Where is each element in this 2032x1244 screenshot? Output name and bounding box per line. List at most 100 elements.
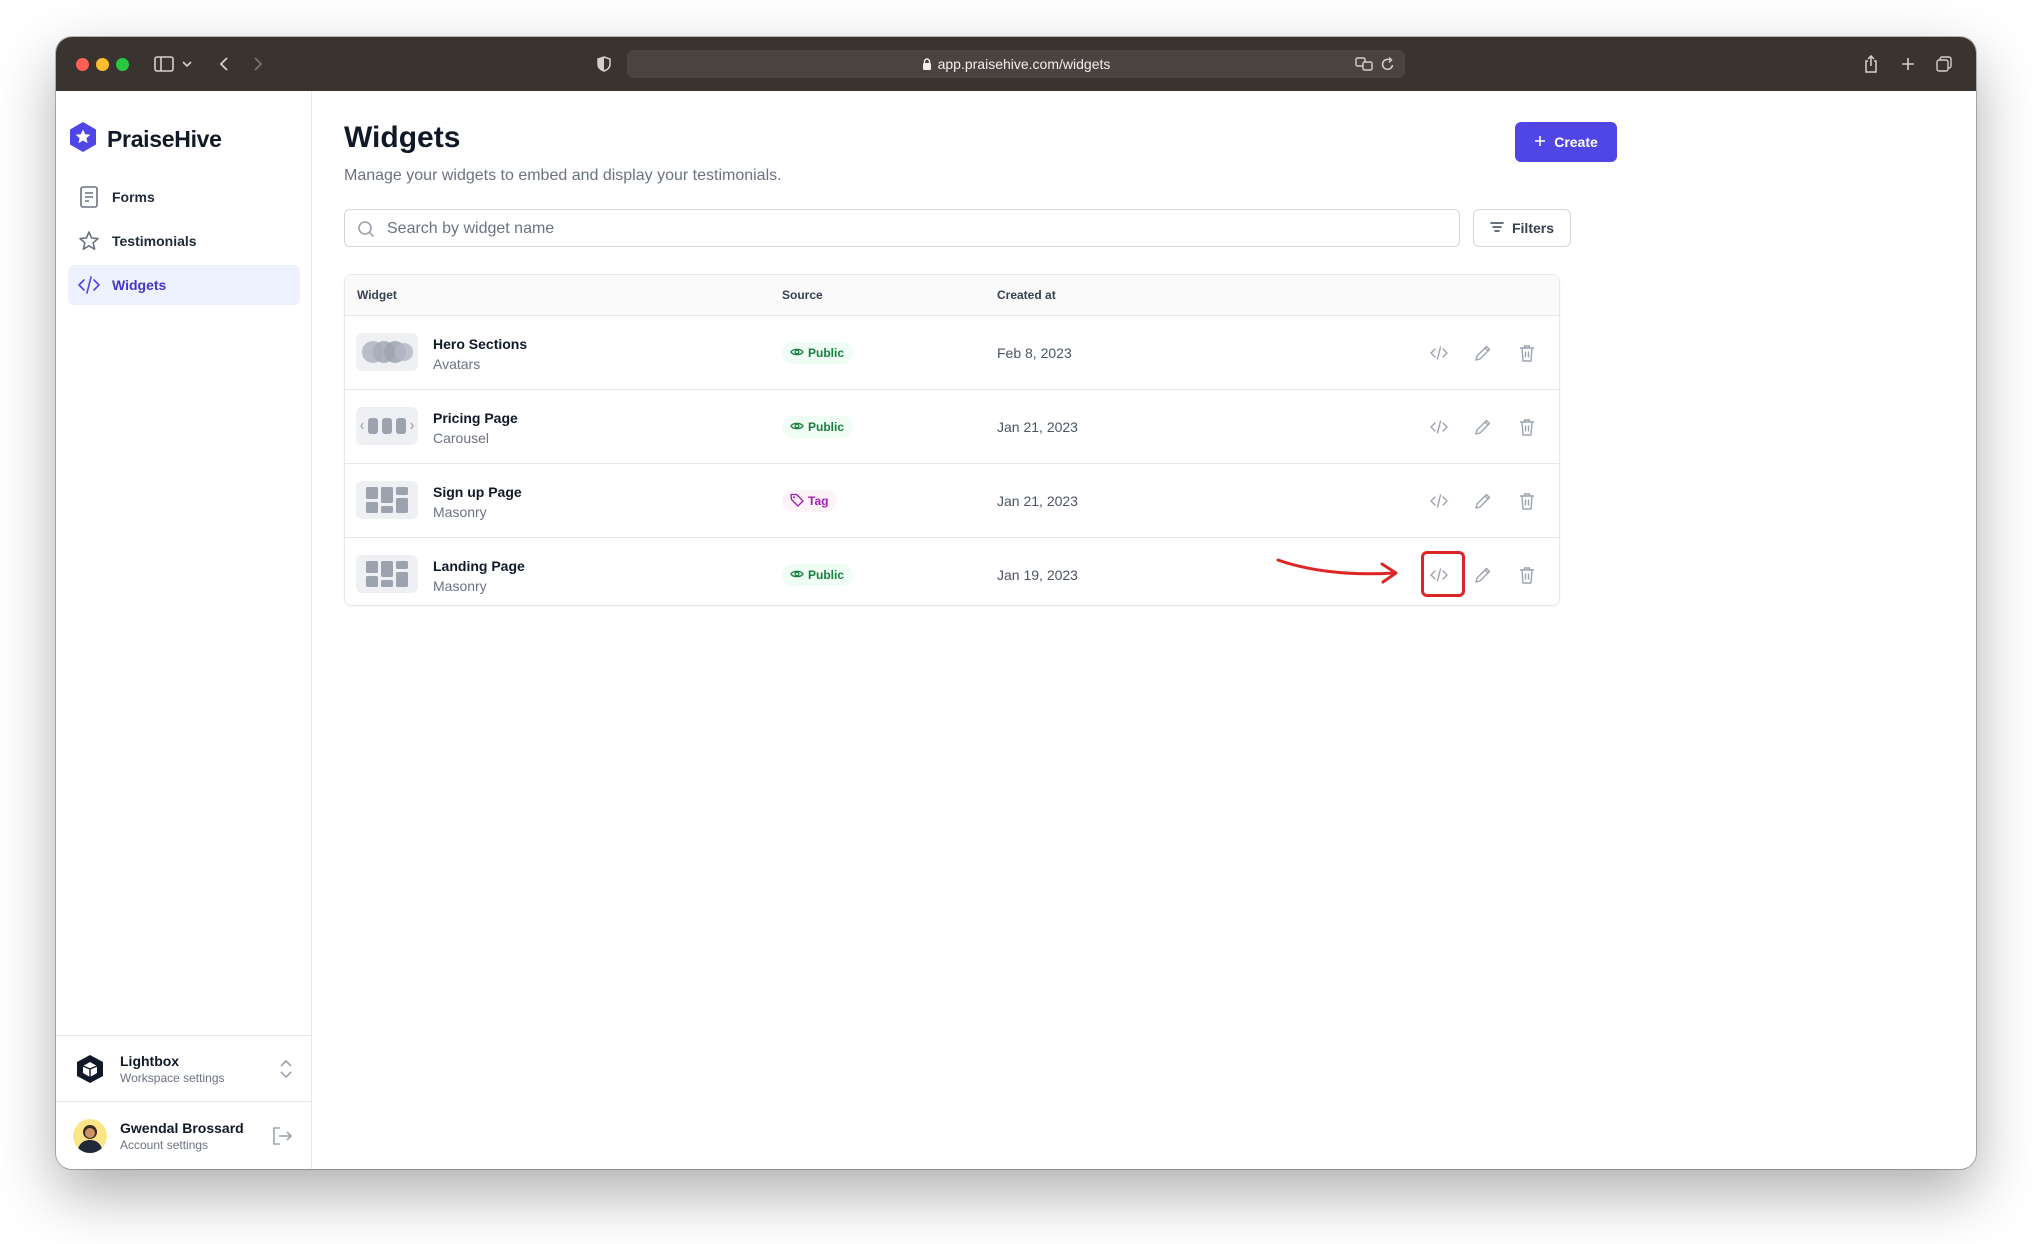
main-content: Widgets Manage your widgets to embed and… <box>312 91 1976 1169</box>
filter-lines-icon <box>1490 220 1504 236</box>
minimize-window-button[interactable] <box>96 58 109 71</box>
pencil-icon[interactable] <box>1470 488 1496 514</box>
account-menu[interactable]: Gwendal Brossard Account settings <box>56 1101 311 1169</box>
star-icon <box>78 230 100 252</box>
status-badge: Public <box>782 564 854 586</box>
workspace-switcher[interactable]: Lightbox Workspace settings <box>56 1035 311 1102</box>
sidebar-item-forms[interactable]: Forms <box>68 177 300 217</box>
embed-code-icon[interactable] <box>1426 414 1452 440</box>
masonry-widget-thumbnail <box>356 555 418 593</box>
sidebar-item-widgets[interactable]: Widgets <box>68 265 300 305</box>
tab-overview-icon[interactable] <box>1934 51 1954 77</box>
maximize-window-button[interactable] <box>116 58 129 71</box>
account-name: Gwendal Brossard <box>120 1120 244 1136</box>
address-bar[interactable]: app.praisehive.com/widgets <box>627 50 1405 78</box>
column-header-source: Source <box>782 288 823 302</box>
eye-icon <box>790 568 804 582</box>
filters-button[interactable]: Filters <box>1473 209 1571 247</box>
avatar <box>72 1118 108 1154</box>
column-header-created-at: Created at <box>997 288 1056 302</box>
page-title: Widgets <box>344 121 461 154</box>
created-date: Jan 19, 2023 <box>997 567 1078 583</box>
annotation-arrow-icon <box>1276 558 1398 584</box>
badge-label: Public <box>808 568 845 582</box>
logout-icon[interactable] <box>271 1126 293 1146</box>
trash-icon[interactable] <box>1514 340 1540 366</box>
widget-type: Avatars <box>433 356 481 372</box>
chevron-up-down-icon[interactable] <box>279 1059 293 1079</box>
sidebar-item-label: Forms <box>112 189 155 205</box>
sidebar: PraiseHive Forms Testimonials Widgets Li… <box>56 91 312 1169</box>
back-icon[interactable] <box>214 51 234 77</box>
lock-icon <box>922 58 932 70</box>
tag-icon <box>790 493 804 510</box>
carousel-widget-thumbnail <box>356 407 418 445</box>
trash-icon[interactable] <box>1514 562 1540 588</box>
table-row[interactable]: Pricing Page Carousel Public Jan 21, 202… <box>345 390 1559 464</box>
sidebar-nav: Forms Testimonials Widgets <box>68 177 300 309</box>
search-input[interactable] <box>385 210 1449 248</box>
create-button[interactable]: Create <box>1515 122 1617 162</box>
masonry-widget-thumbnail <box>356 481 418 519</box>
translate-icon[interactable] <box>1355 56 1373 75</box>
brand-logo[interactable]: PraiseHive <box>68 121 222 158</box>
sidebar-item-testimonials[interactable]: Testimonials <box>68 221 300 261</box>
widget-name[interactable]: Sign up Page <box>433 484 522 500</box>
table-row[interactable]: Sign up Page Masonry Tag Jan 21, 2023 <box>345 464 1559 538</box>
new-tab-icon[interactable] <box>1898 51 1918 77</box>
workspace-settings-label: Workspace settings <box>120 1071 225 1085</box>
forward-icon[interactable] <box>248 51 268 77</box>
created-date: Feb 8, 2023 <box>997 345 1072 361</box>
sidebar-item-label: Widgets <box>112 277 167 293</box>
pencil-icon[interactable] <box>1470 562 1496 588</box>
status-badge: Tag <box>782 490 838 512</box>
sidebar-toggle-icon[interactable] <box>153 51 175 77</box>
table-row[interactable]: Hero Sections Avatars Public Feb 8, 2023 <box>345 316 1559 390</box>
account-settings-label: Account settings <box>120 1138 209 1152</box>
search-icon <box>357 220 375 238</box>
widget-type: Masonry <box>433 578 487 594</box>
close-window-button[interactable] <box>76 58 89 71</box>
workspace-name: Lightbox <box>120 1053 180 1069</box>
widget-type: Carousel <box>433 430 490 446</box>
code-icon <box>78 274 100 296</box>
created-date: Jan 21, 2023 <box>997 493 1078 509</box>
table-header: Widget Source Created at <box>345 275 1559 316</box>
badge-label: Tag <box>808 494 829 508</box>
filters-button-label: Filters <box>1511 220 1554 236</box>
brand-name: PraiseHive <box>107 126 222 152</box>
browser-window: app.praisehive.com/widgets PraiseHive Fo… <box>56 37 1976 1169</box>
hexagon-star-logo-icon <box>68 121 98 158</box>
trash-icon[interactable] <box>1514 414 1540 440</box>
status-badge: Public <box>782 342 854 364</box>
badge-label: Public <box>808 420 845 434</box>
reload-icon[interactable] <box>1381 56 1395 75</box>
eye-icon <box>790 346 804 360</box>
column-header-widget: Widget <box>357 288 397 302</box>
embed-code-icon[interactable] <box>1426 562 1452 588</box>
badge-label: Public <box>808 346 845 360</box>
widget-type: Masonry <box>433 504 487 520</box>
page-subtitle: Manage your widgets to embed and display… <box>344 167 782 184</box>
create-button-label: Create <box>1554 134 1598 150</box>
search-box <box>344 209 1460 248</box>
form-icon <box>78 186 100 208</box>
plus-icon <box>1534 134 1546 150</box>
widget-name[interactable]: Pricing Page <box>433 410 518 426</box>
pencil-icon[interactable] <box>1470 414 1496 440</box>
widget-name[interactable]: Landing Page <box>433 558 525 574</box>
embed-code-icon[interactable] <box>1426 488 1452 514</box>
chevron-down-icon[interactable] <box>180 51 194 77</box>
browser-toolbar: app.praisehive.com/widgets <box>56 37 1976 91</box>
trash-icon[interactable] <box>1514 488 1540 514</box>
sidebar-item-label: Testimonials <box>112 233 197 249</box>
embed-code-icon[interactable] <box>1426 340 1452 366</box>
shield-icon[interactable] <box>594 51 614 77</box>
share-icon[interactable] <box>1861 51 1881 77</box>
avatars-widget-thumbnail <box>356 333 418 371</box>
widget-name[interactable]: Hero Sections <box>433 336 527 352</box>
eye-icon <box>790 420 804 434</box>
pencil-icon[interactable] <box>1470 340 1496 366</box>
status-badge: Public <box>782 416 854 438</box>
workspace-logo-icon <box>72 1051 108 1087</box>
